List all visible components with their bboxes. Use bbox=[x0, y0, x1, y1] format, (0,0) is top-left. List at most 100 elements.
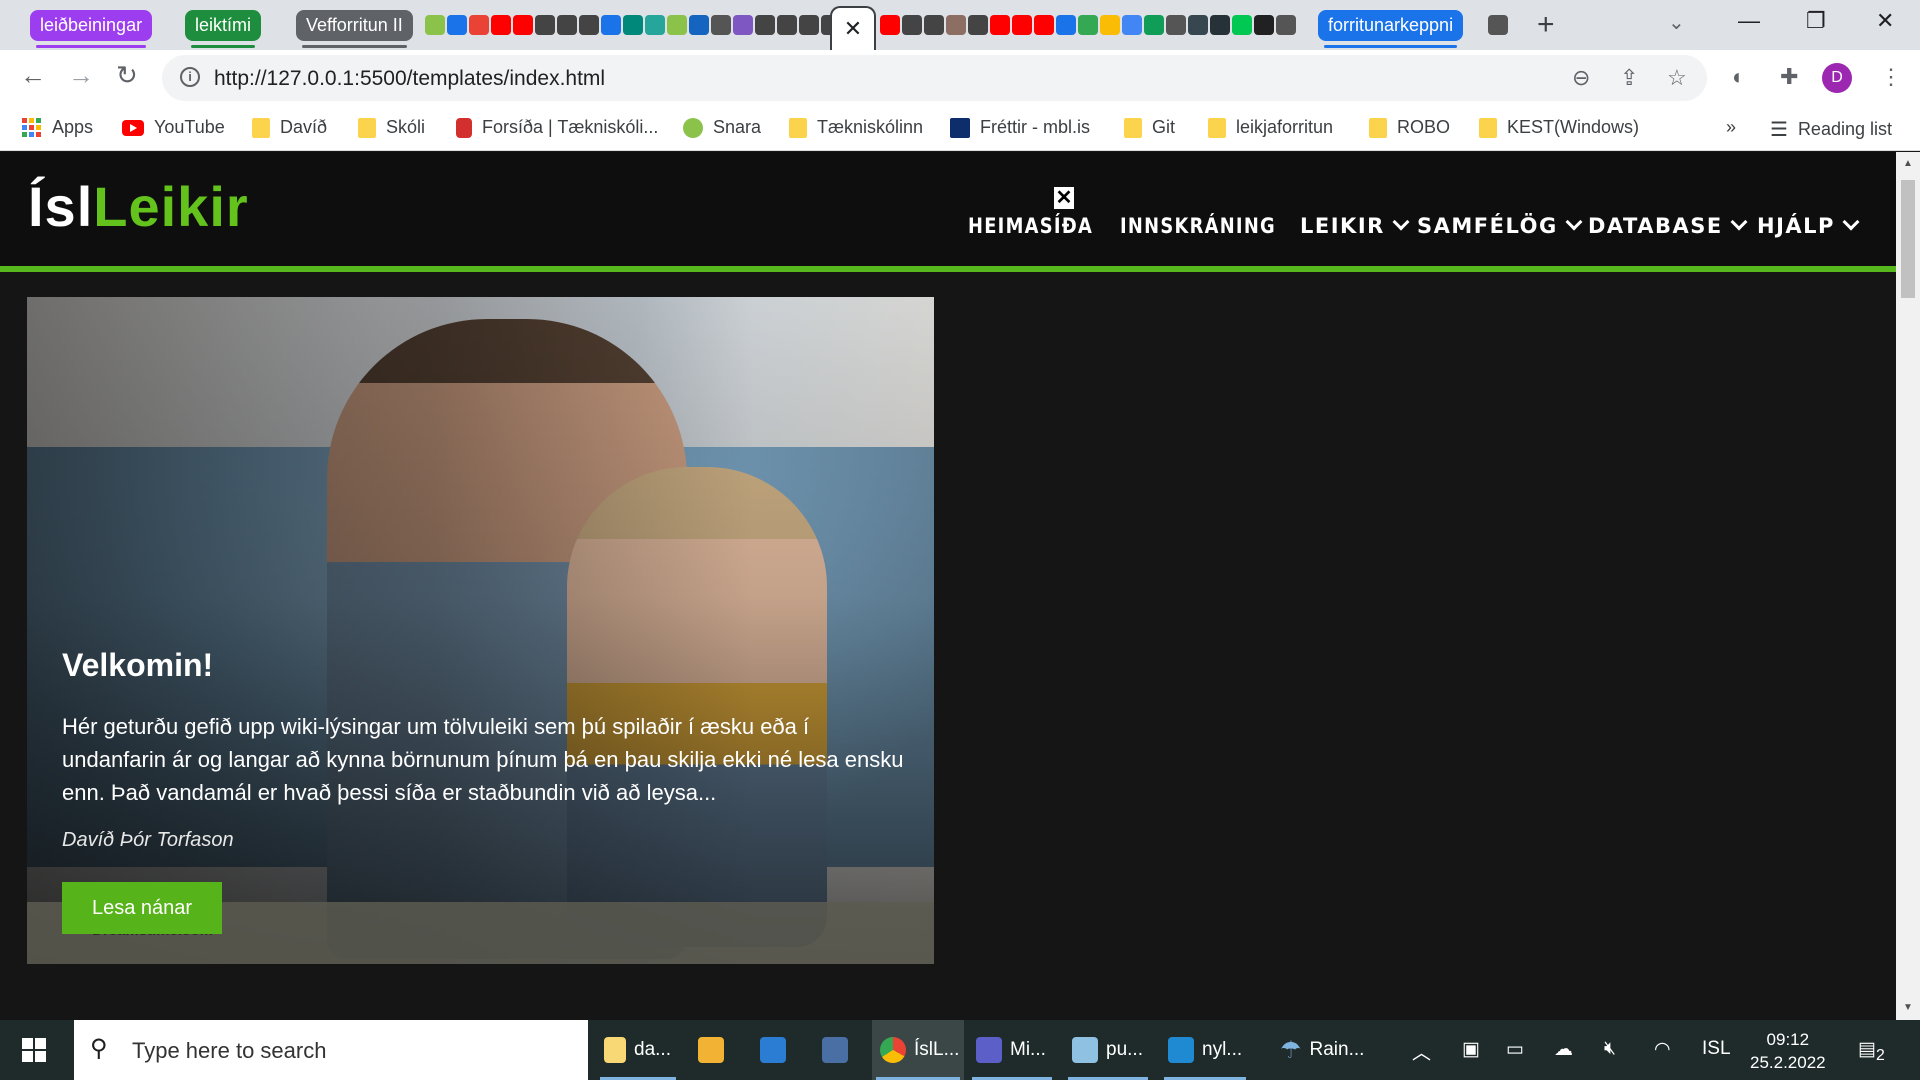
profile-avatar[interactable]: D bbox=[1822, 63, 1852, 93]
site-info-icon[interactable]: i bbox=[180, 67, 200, 87]
bookmark-mbl[interactable]: Fréttir - mbl.is bbox=[950, 117, 1090, 138]
bookmark-youtube[interactable]: YouTube bbox=[122, 117, 225, 138]
bookmarks-overflow-button[interactable]: » bbox=[1726, 117, 1736, 138]
address-bar[interactable]: i http://127.0.0.1:5500/templates/index.… bbox=[162, 55, 1707, 101]
nav-leikir[interactable]: LEIKIR bbox=[1300, 213, 1410, 238]
nav-innskraning[interactable]: INNSKRÁNING bbox=[1120, 214, 1276, 238]
site-logo[interactable]: ÍslLeikir bbox=[28, 174, 249, 239]
bookmark-snara[interactable]: Snara bbox=[683, 117, 761, 138]
bookmark-folder-leikjaforritun[interactable]: leikjaforritun bbox=[1208, 117, 1333, 138]
tab-favicon[interactable] bbox=[755, 15, 775, 35]
taskbar-file-explorer[interactable]: da... bbox=[596, 1020, 680, 1080]
close-icon[interactable]: ✕ bbox=[1054, 187, 1074, 209]
tab-favicon[interactable] bbox=[535, 15, 555, 35]
bookmark-apps[interactable]: Apps bbox=[22, 117, 93, 138]
notification-center-icon[interactable]: ▤2 bbox=[1858, 1038, 1885, 1065]
meet-now-icon[interactable]: ▣ bbox=[1462, 1038, 1480, 1061]
tab-favicon[interactable] bbox=[623, 15, 643, 35]
tab-favicon[interactable] bbox=[902, 15, 922, 35]
page-scrollbar[interactable]: ▲ ▼ bbox=[1896, 152, 1920, 1020]
browser-menu-icon[interactable]: ⋮ bbox=[1880, 64, 1902, 90]
bookmark-tskoli[interactable]: Forsíða | Tækniskóli... bbox=[456, 117, 658, 138]
bookmark-folder-taekniskolinn[interactable]: Tækniskólinn bbox=[789, 117, 923, 138]
tab-favicon[interactable] bbox=[799, 15, 819, 35]
tab-favicon[interactable] bbox=[1210, 15, 1230, 35]
bookmark-folder-robo[interactable]: ROBO bbox=[1369, 117, 1450, 138]
reading-list-button[interactable]: ☰ Reading list bbox=[1770, 117, 1892, 142]
restore-icon[interactable]: ❐ bbox=[1806, 8, 1826, 34]
pinned-tab-favicons-right[interactable] bbox=[880, 8, 1296, 42]
bookmark-folder-david[interactable]: Davíð bbox=[252, 117, 327, 138]
taskbar-notepad[interactable]: pu... bbox=[1064, 1020, 1152, 1080]
tab-favicon[interactable] bbox=[667, 15, 687, 35]
zoom-icon[interactable]: ⊖ bbox=[1572, 65, 1590, 91]
back-arrow-icon[interactable]: ← bbox=[20, 60, 46, 91]
tab-group-leidbeiningar[interactable]: leiðbeiningar bbox=[30, 10, 153, 48]
tab-favicon[interactable] bbox=[645, 15, 665, 35]
tab-favicon[interactable] bbox=[579, 15, 599, 35]
tray-overflow-icon[interactable]: ︿ bbox=[1412, 1038, 1431, 1065]
scroll-down-icon[interactable]: ▼ bbox=[1903, 1002, 1913, 1013]
tab-favicon[interactable] bbox=[447, 15, 467, 35]
tab-favicon[interactable] bbox=[1122, 15, 1142, 35]
tab-favicon[interactable] bbox=[1056, 15, 1076, 35]
tab-favicon[interactable] bbox=[1100, 15, 1120, 35]
tab-favicon[interactable] bbox=[1232, 15, 1252, 35]
taskbar-search-box[interactable]: ⚲ Type here to search bbox=[74, 1020, 588, 1080]
pinned-tab-favicons-left[interactable] bbox=[425, 8, 863, 42]
tab-group-leiktimi[interactable]: leiktími bbox=[185, 10, 262, 48]
extensions-puzzle-icon[interactable]: ✚ bbox=[1780, 64, 1798, 90]
share-icon[interactable]: ⇪ bbox=[1620, 65, 1638, 91]
tab-favicon[interactable] bbox=[469, 15, 489, 35]
url-text[interactable]: http://127.0.0.1:5500/templates/index.ht… bbox=[214, 67, 605, 91]
bookmark-folder-skoli[interactable]: Skóli bbox=[358, 117, 425, 138]
tab-favicon[interactable] bbox=[880, 15, 900, 35]
input-language[interactable]: ISL bbox=[1702, 1038, 1731, 1060]
nav-database[interactable]: DATABASE bbox=[1588, 213, 1748, 238]
tab-favicon[interactable] bbox=[601, 15, 621, 35]
taskbar-calculator[interactable] bbox=[814, 1020, 870, 1080]
nav-heimasida[interactable]: HEIMASÍÐA bbox=[968, 214, 1093, 238]
tab-favicon[interactable] bbox=[946, 15, 966, 35]
onedrive-icon[interactable]: ☁ bbox=[1554, 1038, 1573, 1061]
forward-arrow-icon[interactable]: → bbox=[68, 60, 94, 91]
tab-favicon[interactable] bbox=[513, 15, 533, 35]
close-window-icon[interactable]: ✕ bbox=[1876, 8, 1894, 34]
taskbar-clock[interactable]: 09:12 25.2.2022 bbox=[1750, 1028, 1826, 1074]
tab-favicon[interactable] bbox=[968, 15, 988, 35]
taskbar-weather[interactable]: ☂ Rain... bbox=[1272, 1020, 1392, 1080]
taskbar-teams[interactable]: Mi... bbox=[968, 1020, 1056, 1080]
tab-favicon[interactable] bbox=[1254, 15, 1274, 35]
tab-favicon[interactable] bbox=[425, 15, 445, 35]
tab-favicon[interactable] bbox=[491, 15, 511, 35]
extension-icon[interactable]: ◐ bbox=[1732, 64, 1745, 90]
tab-group-vefforritun[interactable]: Vefforritun II bbox=[296, 10, 413, 48]
battery-icon[interactable]: ▭ bbox=[1506, 1038, 1524, 1061]
wifi-icon[interactable]: ◠ bbox=[1654, 1038, 1671, 1061]
tab-favicon[interactable] bbox=[1012, 15, 1032, 35]
minimize-icon[interactable]: — bbox=[1738, 8, 1760, 34]
scroll-up-icon[interactable]: ▲ bbox=[1903, 158, 1913, 169]
taskbar-calendar[interactable] bbox=[752, 1020, 808, 1080]
scrollbar-thumb[interactable] bbox=[1901, 180, 1915, 298]
bookmark-folder-kest[interactable]: KEST(Windows) bbox=[1479, 117, 1639, 138]
tab-favicon[interactable] bbox=[1188, 15, 1208, 35]
tab-favicon[interactable] bbox=[990, 15, 1010, 35]
tab-favicon[interactable] bbox=[1078, 15, 1098, 35]
taskbar-vscode[interactable]: nyl... bbox=[1160, 1020, 1250, 1080]
tab-favicon[interactable] bbox=[1276, 15, 1296, 35]
nav-samfelog[interactable]: SAMFÉLÖG bbox=[1417, 213, 1583, 238]
nav-hjalp[interactable]: HJÁLP bbox=[1757, 213, 1860, 238]
tab-favicon[interactable] bbox=[689, 15, 709, 35]
new-tab-button[interactable]: + bbox=[1537, 8, 1555, 42]
reload-icon[interactable]: ↻ bbox=[116, 60, 138, 91]
tab-favicon[interactable] bbox=[1034, 15, 1054, 35]
tab-favicon[interactable] bbox=[924, 15, 944, 35]
tab-favicon[interactable] bbox=[1488, 15, 1508, 35]
tab-group-forritunarkeppni[interactable]: forritunarkeppni bbox=[1318, 10, 1464, 48]
tab-favicon[interactable] bbox=[1166, 15, 1186, 35]
tab-favicon[interactable] bbox=[733, 15, 753, 35]
tab-favicon[interactable] bbox=[1144, 15, 1164, 35]
volume-muted-icon[interactable]: 🔇︎ bbox=[1604, 1038, 1616, 1060]
active-tab-close-button[interactable]: ✕ bbox=[830, 6, 876, 50]
